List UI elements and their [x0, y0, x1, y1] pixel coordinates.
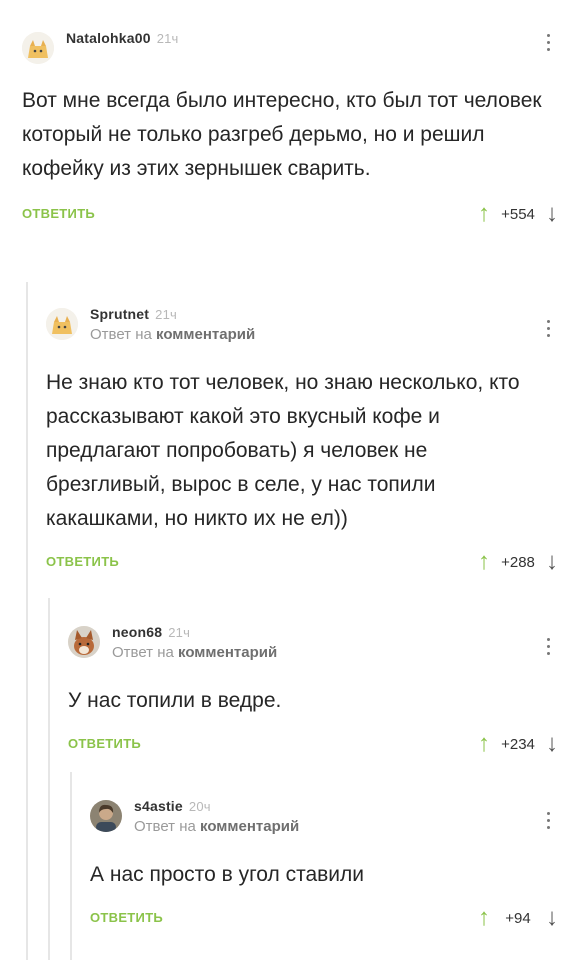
reply-to-info: Ответ на комментарий — [90, 326, 255, 343]
reply-button[interactable]: ОТВЕТИТЬ — [90, 910, 163, 925]
comment-text: А нас просто в угол ставили — [90, 863, 365, 886]
thread-line — [26, 282, 28, 960]
more-vertical-icon[interactable] — [538, 806, 558, 834]
fox-avatar-icon[interactable] — [68, 626, 100, 658]
thread-line — [70, 772, 72, 960]
comment-text: Вот мне всегда было интересно, кто был т… — [22, 89, 542, 180]
comment-actions: ОТВЕТИТЬ ↑ +554 ↓ — [22, 200, 558, 232]
rating: ↑ +94 ↓ — [478, 904, 558, 932]
comment-header: Natalohka00 21ч — [22, 26, 558, 70]
arrow-up-icon[interactable]: ↑ — [478, 904, 490, 932]
username[interactable]: Natalohka00 21ч — [66, 30, 179, 46]
username-text[interactable]: neon68 — [112, 624, 162, 640]
reply-prefix: Ответ на — [112, 644, 174, 661]
reply-button[interactable]: ОТВЕТИТЬ — [22, 206, 95, 221]
comment: Sprutnet 21ч Ответ на комментарий Не знаю… — [46, 302, 558, 580]
reply-button[interactable]: ОТВЕТИТЬ — [46, 554, 119, 569]
username[interactable]: neon68 21ч — [112, 624, 190, 640]
score: +288 — [501, 553, 535, 571]
arrow-down-icon[interactable]: ↓ — [546, 730, 558, 758]
cat-avatar-icon[interactable] — [22, 32, 54, 64]
reply-to-info: Ответ на комментарий — [134, 818, 299, 835]
reply-prefix: Ответ на — [134, 818, 196, 835]
reply-parent-link[interactable]: комментарий — [156, 326, 255, 343]
arrow-up-icon[interactable]: ↑ — [478, 730, 490, 758]
comment: Natalohka00 21ч Вот мне всегда было интер… — [22, 26, 558, 232]
score: +554 — [501, 205, 535, 223]
more-vertical-icon[interactable] — [538, 314, 558, 342]
rating: ↑ +554 ↓ — [478, 200, 558, 228]
comment-text: У нас топили в ведре. — [68, 689, 282, 712]
comment-time: 21ч — [155, 307, 177, 322]
comment-header: neon68 21ч Ответ на комментарий — [68, 620, 558, 664]
reply-parent-link[interactable]: комментарий — [200, 818, 299, 835]
thread-line — [48, 598, 50, 960]
username-text[interactable]: Natalohka00 — [66, 30, 151, 46]
comment-text: Не знаю кто тот человек, но знаю несколь… — [46, 371, 520, 530]
username[interactable]: s4astie 20ч — [134, 798, 211, 814]
reply-prefix: Ответ на — [90, 326, 152, 343]
photo-avatar-icon[interactable] — [90, 800, 122, 832]
comment: neon68 21ч Ответ на комментарий У нас топ… — [68, 620, 558, 762]
comment-header: s4astie 20ч Ответ на комментарий — [90, 794, 558, 838]
arrow-down-icon[interactable]: ↓ — [546, 548, 558, 576]
score: +94 — [505, 909, 531, 927]
comment-actions: ОТВЕТИТЬ ↑ +288 ↓ — [46, 548, 558, 580]
rating: ↑ +288 ↓ — [478, 548, 558, 576]
rating: ↑ +234 ↓ — [478, 730, 558, 758]
more-vertical-icon[interactable] — [538, 632, 558, 660]
more-vertical-icon[interactable] — [538, 28, 558, 56]
comment: s4astie 20ч Ответ на комментарий А нас пр… — [90, 794, 558, 936]
arrow-down-icon[interactable]: ↓ — [546, 200, 558, 228]
comment-time: 20ч — [188, 799, 211, 814]
comment-time: 21ч — [168, 625, 191, 640]
cat-avatar-icon[interactable] — [46, 308, 78, 340]
username-text[interactable]: s4astie — [134, 798, 183, 814]
comment-time: 21ч — [156, 31, 179, 46]
arrow-down-icon[interactable]: ↓ — [546, 904, 558, 932]
arrow-up-icon[interactable]: ↑ — [478, 200, 490, 228]
username[interactable]: Sprutnet 21ч — [90, 306, 177, 322]
reply-button[interactable]: ОТВЕТИТЬ — [68, 736, 141, 751]
comment-actions: ОТВЕТИТЬ ↑ +234 ↓ — [68, 730, 558, 762]
arrow-up-icon[interactable]: ↑ — [478, 548, 490, 576]
score: +234 — [501, 735, 535, 753]
comment-actions: ОТВЕТИТЬ ↑ +94 ↓ — [90, 904, 558, 936]
reply-parent-link[interactable]: комментарий — [178, 644, 277, 661]
username-text[interactable]: Sprutnet — [90, 306, 149, 322]
reply-to-info: Ответ на комментарий — [112, 644, 277, 661]
comment-header: Sprutnet 21ч Ответ на комментарий — [46, 302, 558, 346]
